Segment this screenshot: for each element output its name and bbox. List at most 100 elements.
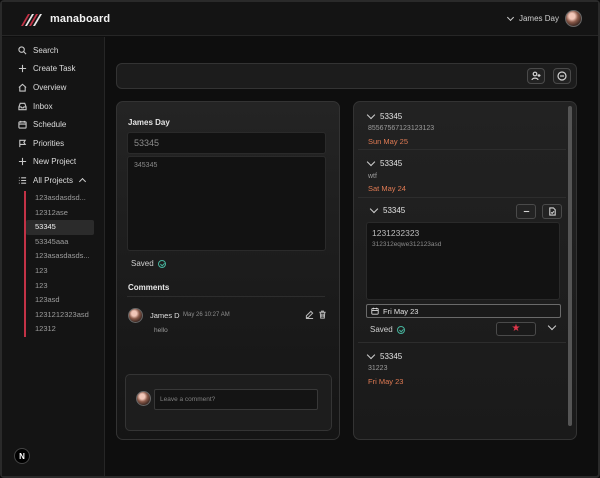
task-title-input[interactable]: 53345 — [127, 132, 326, 154]
sidebar-item-priorities[interactable]: Priorities — [2, 134, 104, 153]
task-title: 53345 — [383, 206, 406, 215]
sidebar-item-label: Inbox — [33, 101, 53, 111]
task-description: wtf — [368, 173, 377, 180]
task-owner: James Day — [128, 118, 170, 127]
task-card-expanded: 53345 1231232323 312312eqwe312123asd Fri… — [358, 198, 566, 343]
check-circle-icon — [157, 259, 166, 268]
search-icon — [17, 45, 27, 55]
chevron-down-icon — [366, 157, 376, 167]
sidebar-item-label: All Projects — [33, 175, 74, 185]
project-item[interactable]: 1231212323asd — [26, 308, 94, 323]
comment-date: May 26 10:27 AM — [183, 312, 230, 318]
priority-button[interactable]: ★ — [496, 322, 536, 336]
open-details-button[interactable] — [542, 204, 562, 219]
comment-composer: Leave a comment? — [125, 374, 332, 431]
task-description: 85567567123123123 — [368, 125, 435, 132]
task-description: 31223 — [368, 365, 388, 372]
comments-heading: Comments — [128, 283, 170, 292]
sidebar-item-schedule[interactable]: Schedule — [2, 115, 104, 134]
task-date: Sun May 25 — [368, 137, 409, 146]
task-list-panel: 53345 85567567123123123 Sun May 25 53345… — [353, 101, 577, 440]
task-header[interactable]: 53345 — [366, 350, 402, 361]
avatar — [128, 308, 143, 323]
sidebar-item-all-projects[interactable]: All Projects — [2, 171, 104, 190]
task-title-input[interactable]: 1231232323 — [372, 228, 419, 238]
chevron-down-icon — [366, 110, 376, 120]
sidebar-item-new-project[interactable]: New Project — [2, 153, 104, 172]
project-item[interactable]: 123asasdasds... — [26, 249, 94, 264]
task-date: Sat May 24 — [368, 184, 406, 193]
task-header[interactable]: 53345 — [366, 110, 403, 121]
chevron-down-icon[interactable] — [547, 321, 557, 331]
task-date: Fri May 23 — [368, 377, 404, 386]
list-icon — [17, 175, 27, 185]
project-item-active[interactable]: 53345 — [26, 220, 94, 235]
sidebar-item-inbox[interactable]: Inbox — [2, 97, 104, 116]
save-status: Saved — [131, 259, 166, 268]
scrollbar[interactable] — [568, 106, 572, 426]
save-status-label: Saved — [370, 325, 393, 334]
home-icon — [17, 82, 27, 92]
edit-icon[interactable] — [305, 310, 314, 319]
task-card[interactable]: 53345 wtf Sat May 24 — [358, 150, 566, 198]
logo-icon — [21, 13, 42, 26]
task-title: 53345 — [380, 112, 403, 121]
task-card[interactable]: 53345 85567567123123123 Sun May 25 — [358, 102, 566, 150]
user-name: James Day — [518, 14, 559, 23]
task-editor-panel: James Day 53345 345345 Saved Comments Ja… — [116, 101, 340, 440]
plus-icon — [17, 157, 27, 167]
task-header[interactable]: 53345 — [369, 204, 406, 215]
due-date-picker[interactable]: Fri May 23 — [366, 304, 561, 318]
project-item[interactable]: 53345aaa — [26, 235, 94, 250]
due-date-value: Fri May 23 — [383, 306, 419, 316]
project-item[interactable]: 123asdasdsd... — [26, 191, 94, 206]
task-description-input[interactable]: 312312eqwe312123asd — [372, 241, 441, 248]
project-item[interactable]: 123 — [26, 264, 94, 279]
divider — [127, 296, 325, 297]
task-card[interactable]: 53345 31223 Fri May 23 — [358, 343, 566, 393]
sidebar-item-label: Create Task — [33, 64, 76, 74]
sidebar-item-label: Search — [33, 45, 59, 55]
project-item[interactable]: 123 — [26, 279, 94, 294]
remove-button[interactable] — [553, 68, 571, 84]
user-menu[interactable]: James Day — [506, 10, 582, 27]
comment-actions — [305, 310, 327, 319]
chevron-down-icon — [506, 13, 515, 21]
comment-author: James D — [150, 311, 180, 320]
chevron-down-icon — [366, 350, 376, 360]
sidebar-item-label: New Project — [33, 157, 77, 167]
star-icon: ★ — [511, 323, 521, 334]
minimize-button[interactable] — [516, 204, 536, 219]
avatar — [136, 391, 151, 406]
project-item[interactable]: 123asd — [26, 293, 94, 308]
sidebar-item-overview[interactable]: Overview — [2, 78, 104, 97]
sidebar-item-label: Overview — [33, 82, 67, 92]
chevron-up-icon[interactable] — [78, 178, 87, 186]
add-member-button[interactable] — [527, 68, 545, 84]
minus-circle-icon — [557, 71, 567, 81]
logo[interactable]: manaboard — [20, 11, 110, 27]
inbox-icon — [17, 101, 27, 111]
sidebar-item-create-task[interactable]: Create Task — [2, 60, 104, 79]
comment-input[interactable]: Leave a comment? — [154, 389, 318, 410]
save-status-label: Saved — [131, 259, 154, 268]
file-icon — [548, 207, 556, 216]
framework-badge[interactable]: N — [14, 448, 30, 464]
sidebar-item-search[interactable]: Search — [2, 41, 104, 60]
project-item[interactable]: 12312ase — [26, 206, 94, 221]
comment-text: hello — [154, 327, 168, 334]
chevron-down-icon — [369, 204, 379, 214]
plus-icon — [17, 64, 27, 74]
project-item[interactable]: 12312 — [26, 322, 94, 337]
save-status: Saved — [370, 325, 405, 334]
task-description-input[interactable]: 345345 — [127, 156, 326, 251]
task-edit-area[interactable]: 1231232323 312312eqwe312123asd — [366, 222, 560, 300]
trash-icon[interactable] — [318, 310, 327, 319]
top-bar: manaboard James Day — [2, 2, 598, 36]
task-header[interactable]: 53345 — [366, 157, 403, 168]
task-title: 53345 — [380, 159, 403, 168]
calendar-icon — [17, 120, 27, 130]
check-circle-icon — [396, 325, 405, 334]
user-plus-icon — [531, 71, 541, 81]
flag-icon — [17, 138, 27, 148]
